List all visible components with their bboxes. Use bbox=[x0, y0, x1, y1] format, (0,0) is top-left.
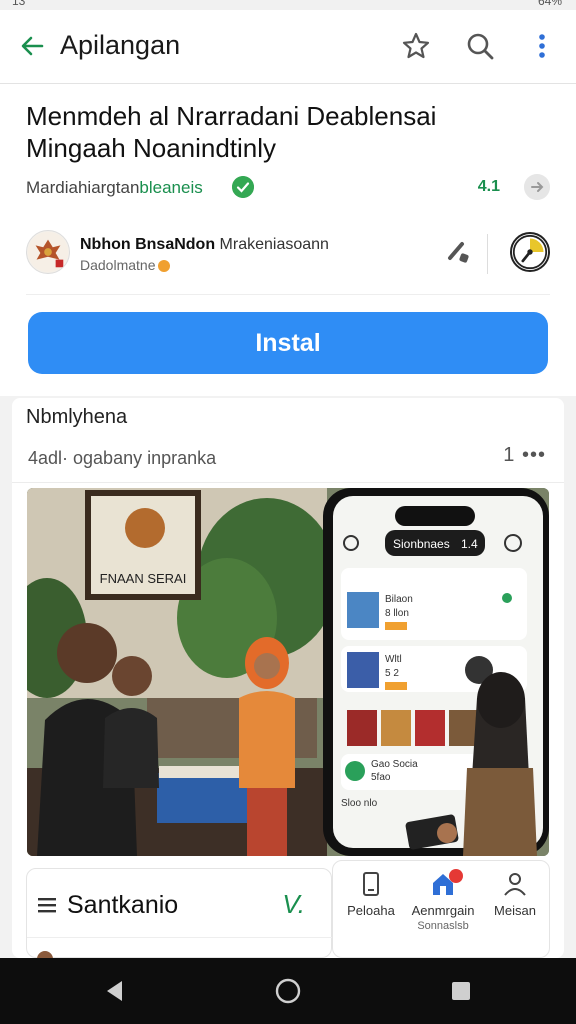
nav-item-aenmrgain[interactable]: Aenmrgain Sonnaslsb bbox=[407, 869, 479, 932]
status-time: 13 bbox=[12, 0, 26, 8]
section-divider bbox=[12, 482, 564, 483]
bottom-card-title: Santkanio bbox=[67, 891, 179, 919]
orange-dot-icon bbox=[157, 260, 170, 272]
nav-sub-aenmrgain: Sonnaslsb bbox=[417, 920, 469, 932]
app-title-line1: Menmdeh al Nrarradani Deablensai bbox=[26, 101, 437, 131]
menu-icon[interactable] bbox=[37, 895, 57, 915]
more-horiz-icon: ••• bbox=[521, 444, 546, 466]
check-icon: V. bbox=[282, 889, 305, 919]
search-icon[interactable] bbox=[464, 30, 496, 62]
bottom-card[interactable]: Santkanio V. bbox=[26, 868, 333, 967]
publisher-divider bbox=[487, 234, 488, 274]
developer-highlight: bleaneis bbox=[139, 178, 203, 197]
app-bar: Apilangan bbox=[0, 10, 576, 84]
developer-link[interactable]: Mardiahiargtanbleaneis bbox=[26, 178, 203, 198]
more-options[interactable]: 1 ••• bbox=[503, 444, 546, 467]
nav-item-meisan[interactable]: Meisan bbox=[479, 871, 551, 918]
nav-label-peloaha: Peloaha bbox=[347, 903, 395, 918]
section-title: Nbmlyhena bbox=[26, 406, 128, 428]
publisher-name-bold: Nbhon BnsaNdon bbox=[80, 236, 216, 253]
screenshot-image[interactable]: FNAAN SERAI Sionbnaes 1.4 Bilaon 8 llon bbox=[27, 488, 549, 856]
separator bbox=[26, 294, 550, 295]
phone-icon bbox=[363, 872, 379, 896]
phone-row3-sub: 5fao bbox=[371, 772, 391, 783]
share-icon[interactable] bbox=[444, 238, 472, 266]
sign-text: FNAAN SERAI bbox=[100, 571, 187, 586]
more-count: 1 bbox=[503, 444, 516, 466]
person-icon bbox=[504, 873, 526, 896]
chevron-right-icon[interactable] bbox=[524, 174, 550, 200]
bottom-nav: Peloaha Aenmrgain Sonnaslsb Meisan bbox=[332, 860, 550, 958]
system-nav-bar bbox=[0, 958, 576, 1024]
phone-header-badge: 1.4 bbox=[461, 537, 478, 551]
back-arrow-icon[interactable] bbox=[18, 32, 46, 60]
section-subtitle: 4adl· ogabany inpranka bbox=[28, 448, 217, 468]
developer-row: Mardiahiargtanbleaneis 4.1 bbox=[26, 174, 550, 202]
developer-prefix: Mardiahiargtan bbox=[26, 178, 140, 197]
back-triangle-icon[interactable] bbox=[102, 978, 128, 1004]
more-vert-icon[interactable] bbox=[526, 30, 558, 62]
phone-row2-sub: 5 2 bbox=[385, 668, 399, 679]
star-icon[interactable] bbox=[400, 30, 432, 62]
nav-label-meisan: Meisan bbox=[494, 903, 536, 918]
recents-square-icon[interactable] bbox=[448, 978, 474, 1004]
app-bar-title: Apilangan bbox=[60, 30, 181, 60]
phone-header: Sionbnaes bbox=[393, 537, 450, 551]
home-circle-icon[interactable] bbox=[275, 978, 301, 1004]
phone-row1-sub: 8 llon bbox=[385, 608, 409, 619]
rating-text: 4.1 bbox=[477, 178, 500, 195]
app-title-line2: Mingaah Noanindtinly bbox=[26, 133, 277, 163]
publisher-name-rest: Mrakeniasoann bbox=[215, 236, 329, 253]
bottom-card-divider bbox=[27, 937, 333, 938]
status-bar: 13 64% bbox=[0, 0, 576, 10]
phone-row4-title: Sloo nlo bbox=[341, 798, 378, 809]
status-battery: 64% bbox=[537, 0, 562, 8]
phone-row2-title: Wltl bbox=[385, 654, 402, 665]
publisher-row: Nbhon BnsaNdon Mrakeniasoann Dadolmatne bbox=[26, 228, 550, 278]
publisher-logo bbox=[26, 230, 70, 274]
app-title: Menmdeh al Nrarradani Deablensai Mingaah… bbox=[26, 100, 546, 164]
publisher-sub-text: Dadolmatne bbox=[80, 257, 156, 273]
install-button[interactable]: Instal bbox=[28, 312, 548, 374]
nav-label-aenmrgain: Aenmrgain bbox=[411, 903, 475, 918]
verified-icon bbox=[232, 176, 254, 198]
nav-item-peloaha[interactable]: Peloaha bbox=[335, 871, 407, 918]
phone-row1-title: Bilaon bbox=[385, 594, 413, 605]
notification-badge bbox=[449, 869, 463, 883]
publisher-name: Nbhon BnsaNdon Mrakeniasoann bbox=[80, 236, 329, 254]
clock-icon[interactable] bbox=[510, 232, 550, 272]
phone-row3-title: Gao Socia bbox=[371, 759, 418, 770]
publisher-subtitle: Dadolmatne bbox=[80, 257, 170, 273]
